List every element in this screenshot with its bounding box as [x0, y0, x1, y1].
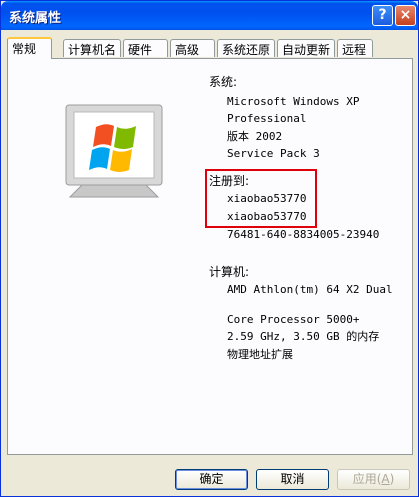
- apply-label-suffix: ): [389, 472, 395, 486]
- cpu-line-2: Core Processor 5000+: [227, 313, 360, 326]
- computer-header: 计算机:: [209, 265, 250, 279]
- pae-label: 物理地址扩展: [227, 348, 293, 361]
- close-button[interactable]: ×: [395, 5, 416, 26]
- cpu-speed-memory: 2.59 GHz, 3.50 GB 的内存: [227, 330, 380, 343]
- general-tab-panel: 系统: Microsoft Windows XP Professional 版本…: [7, 58, 413, 455]
- apply-label-key: A: [381, 472, 390, 486]
- product-id: 76481-640-8834005-23940: [227, 228, 380, 241]
- ok-button[interactable]: 确定: [175, 469, 248, 490]
- os-edition: Professional: [227, 112, 307, 125]
- tab-automatic-updates[interactable]: 自动更新: [277, 39, 335, 57]
- apply-label-prefix: 应用(: [352, 472, 382, 486]
- window-title: 系统属性: [9, 11, 62, 26]
- system-properties-window: 系统属性 ? × 常规 计算机名 硬件 高级 系统还原 自动更新 远程 系统: …: [0, 0, 419, 497]
- tab-hardware[interactable]: 硬件: [123, 39, 168, 57]
- windows-logo-monitor-icon: [65, 104, 163, 198]
- os-version: 版本 2002: [227, 130, 283, 143]
- registration-highlight-box: [205, 169, 317, 228]
- tab-general[interactable]: 常规: [7, 37, 52, 59]
- cancel-button[interactable]: 取消: [256, 469, 329, 490]
- cpu-line-1: AMD Athlon(tm) 64 X2 Dual: [227, 283, 393, 296]
- service-pack: Service Pack 3: [227, 147, 320, 160]
- apply-button[interactable]: 应用(A): [337, 469, 410, 490]
- system-header: 系统:: [209, 75, 238, 89]
- tab-advanced[interactable]: 高级: [170, 39, 215, 57]
- tab-system-restore[interactable]: 系统还原: [217, 39, 275, 57]
- title-bar[interactable]: 系统属性 ? ×: [1, 1, 418, 30]
- help-button[interactable]: ?: [372, 5, 393, 26]
- os-name: Microsoft Windows XP: [227, 95, 360, 108]
- tab-remote[interactable]: 远程: [337, 39, 373, 57]
- tab-computer-name[interactable]: 计算机名: [63, 39, 121, 57]
